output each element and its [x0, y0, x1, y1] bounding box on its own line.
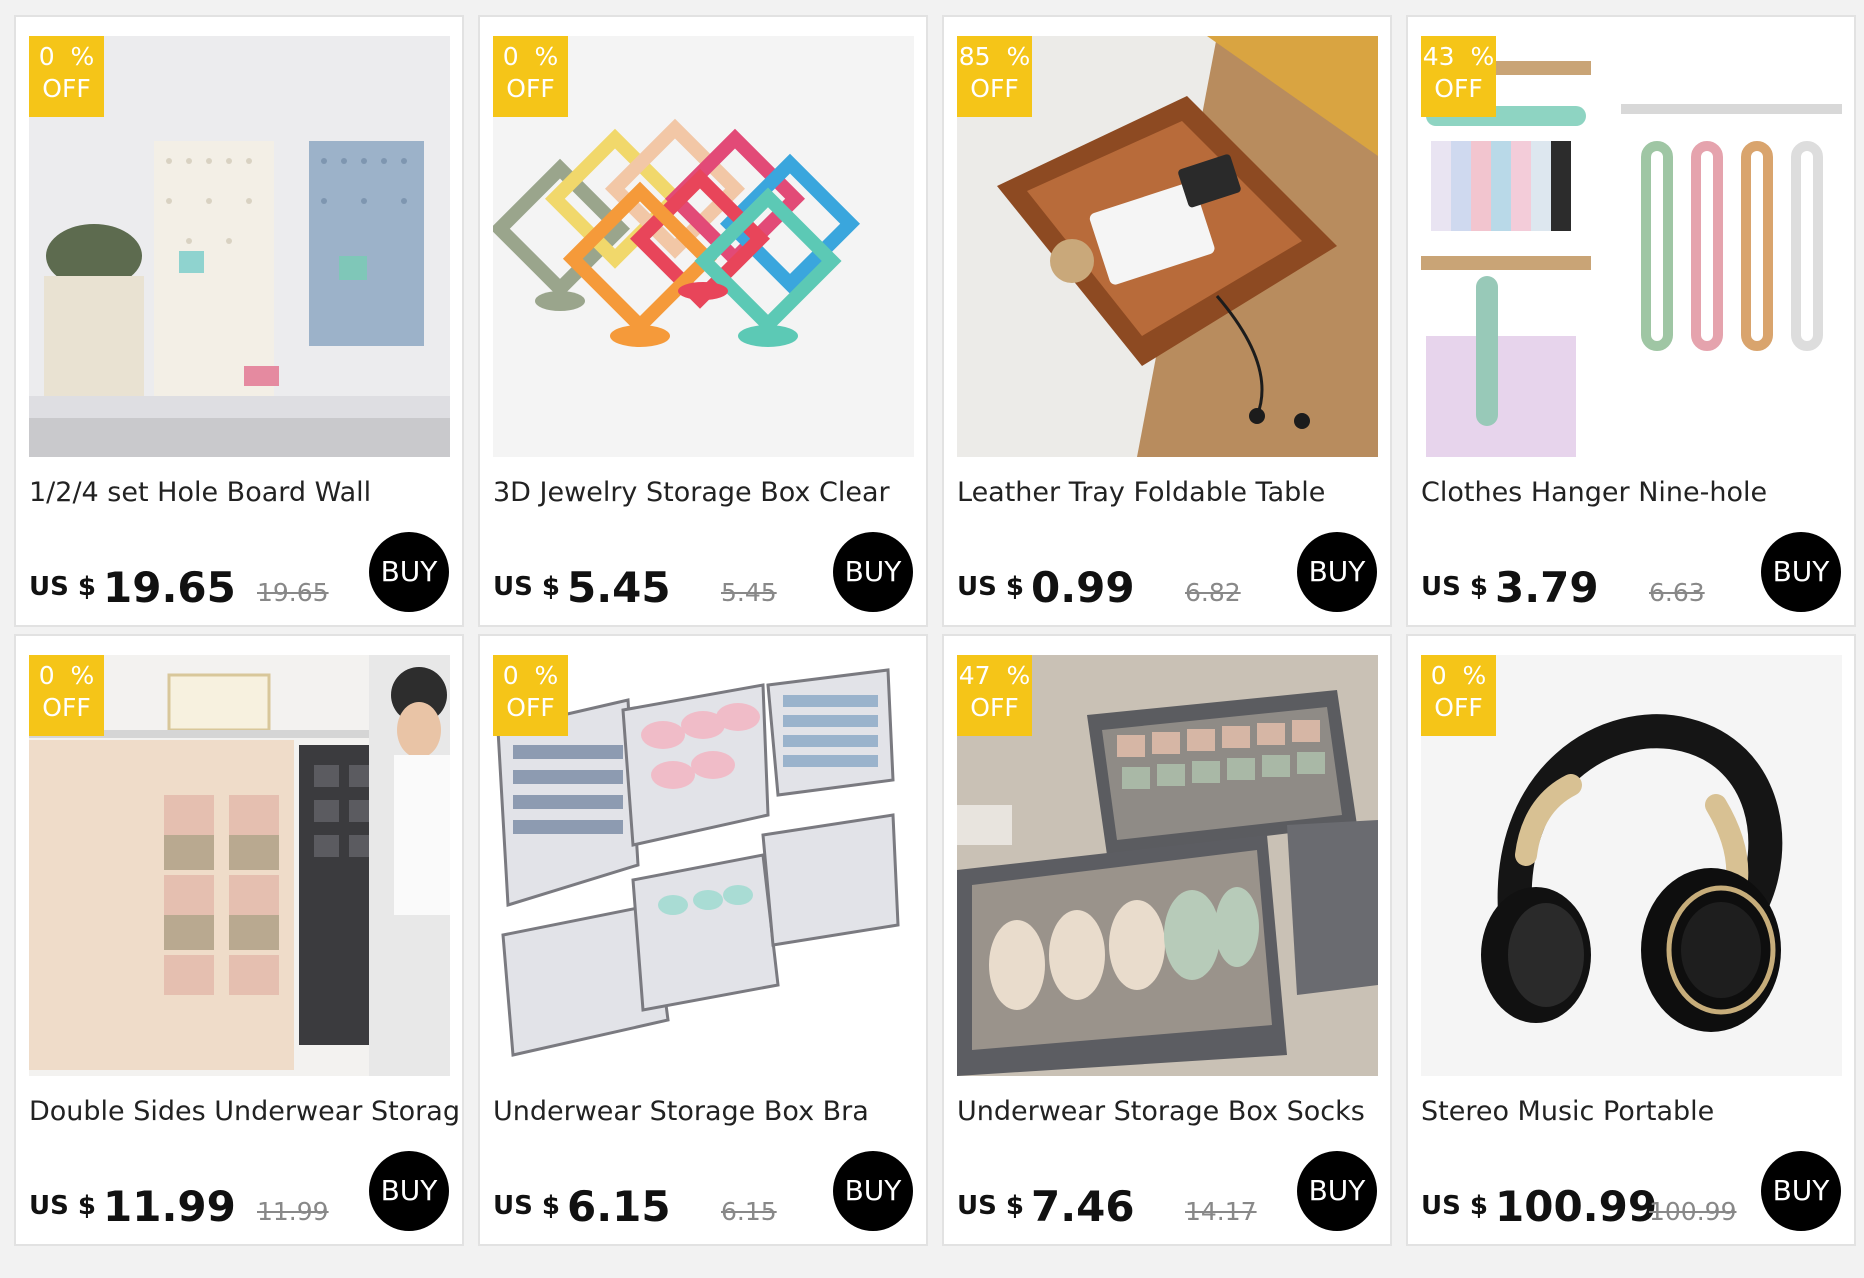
original-price: 6.63 [1649, 578, 1705, 607]
discount-percent: 0 % [38, 661, 95, 690]
buy-button[interactable]: BUY [369, 1151, 449, 1231]
currency-label: US $ [1421, 572, 1488, 602]
product-card[interactable]: 85 % OFF Leather Tray Foldable Table US … [942, 15, 1392, 627]
product-title[interactable]: Underwear Storage Box Socks [957, 1096, 1387, 1127]
product-card[interactable]: 0 % OFF 3D Jewelry Storage Box Clear US … [478, 15, 928, 627]
product-title[interactable]: 3D Jewelry Storage Box Clear [493, 477, 923, 508]
product-card[interactable]: 47 % OFF Underwear Storage Box Socks US … [942, 634, 1392, 1246]
discount-off-label: OFF [42, 693, 91, 722]
product-title[interactable]: Underwear Storage Box Bra [493, 1096, 923, 1127]
currency-label: US $ [493, 572, 560, 602]
discount-percent: 0 % [502, 42, 559, 71]
sale-price: 100.99 [1495, 1182, 1658, 1231]
product-card[interactable]: 0 % OFF Stereo Music Portable US $ 100.9… [1406, 634, 1856, 1246]
discount-percent: 85 % [958, 42, 1031, 71]
product-title[interactable]: Clothes Hanger Nine-hole [1421, 477, 1851, 508]
currency-label: US $ [493, 1191, 560, 1221]
product-title[interactable]: Leather Tray Foldable Table [957, 477, 1387, 508]
currency-label: US $ [1421, 1191, 1488, 1221]
sale-price: 3.79 [1495, 563, 1599, 612]
buy-button[interactable]: BUY [1761, 532, 1841, 612]
original-price: 100.99 [1649, 1197, 1737, 1226]
buy-button[interactable]: BUY [1297, 1151, 1377, 1231]
discount-badge: 0 % OFF [493, 36, 568, 117]
original-price: 6.82 [1185, 578, 1241, 607]
buy-button[interactable]: BUY [369, 532, 449, 612]
product-title[interactable]: Double Sides Underwear Storage [29, 1096, 459, 1127]
discount-off-label: OFF [1434, 74, 1483, 103]
discount-badge: 43 % OFF [1421, 36, 1496, 117]
discount-badge: 85 % OFF [957, 36, 1032, 117]
currency-label: US $ [29, 1191, 96, 1221]
original-price: 6.15 [721, 1197, 777, 1226]
discount-percent: 0 % [1430, 661, 1487, 690]
discount-percent: 47 % [958, 661, 1031, 690]
discount-off-label: OFF [970, 74, 1019, 103]
discount-badge: 47 % OFF [957, 655, 1032, 736]
discount-off-label: OFF [1434, 693, 1483, 722]
discount-percent: 0 % [502, 661, 559, 690]
original-price: 14.17 [1185, 1197, 1257, 1226]
product-card[interactable]: 0 % OFF 1/2/4 set Hole Board Wall US $ 1… [14, 15, 464, 627]
product-card[interactable]: 0 % OFF Double Sides Underwear Storage U… [14, 634, 464, 1246]
product-card[interactable]: 0 % OFF Underwear Storage Box Bra US $ 6… [478, 634, 928, 1246]
discount-off-label: OFF [506, 74, 555, 103]
buy-button[interactable]: BUY [1761, 1151, 1841, 1231]
product-grid: 0 % OFF 1/2/4 set Hole Board Wall US $ 1… [14, 15, 1856, 1246]
buy-button[interactable]: BUY [1297, 532, 1377, 612]
original-price: 11.99 [257, 1197, 329, 1226]
discount-off-label: OFF [970, 693, 1019, 722]
discount-badge: 0 % OFF [493, 655, 568, 736]
currency-label: US $ [957, 1191, 1024, 1221]
sale-price: 6.15 [567, 1182, 671, 1231]
buy-button[interactable]: BUY [833, 1151, 913, 1231]
sale-price: 11.99 [103, 1182, 236, 1231]
discount-percent: 0 % [38, 42, 95, 71]
sale-price: 7.46 [1031, 1182, 1135, 1231]
sale-price: 0.99 [1031, 563, 1135, 612]
product-title[interactable]: 1/2/4 set Hole Board Wall [29, 477, 459, 508]
discount-off-label: OFF [506, 693, 555, 722]
product-card[interactable]: 43 % OFF Clothes Hanger Nine-hole US $ 3… [1406, 15, 1856, 627]
sale-price: 5.45 [567, 563, 671, 612]
discount-badge: 0 % OFF [29, 36, 104, 117]
original-price: 5.45 [721, 578, 777, 607]
original-price: 19.65 [257, 578, 329, 607]
sale-price: 19.65 [103, 563, 236, 612]
discount-badge: 0 % OFF [1421, 655, 1496, 736]
product-title[interactable]: Stereo Music Portable [1421, 1096, 1851, 1127]
buy-button[interactable]: BUY [833, 532, 913, 612]
currency-label: US $ [29, 572, 96, 602]
discount-percent: 43 % [1422, 42, 1495, 71]
discount-badge: 0 % OFF [29, 655, 104, 736]
discount-off-label: OFF [42, 74, 91, 103]
currency-label: US $ [957, 572, 1024, 602]
